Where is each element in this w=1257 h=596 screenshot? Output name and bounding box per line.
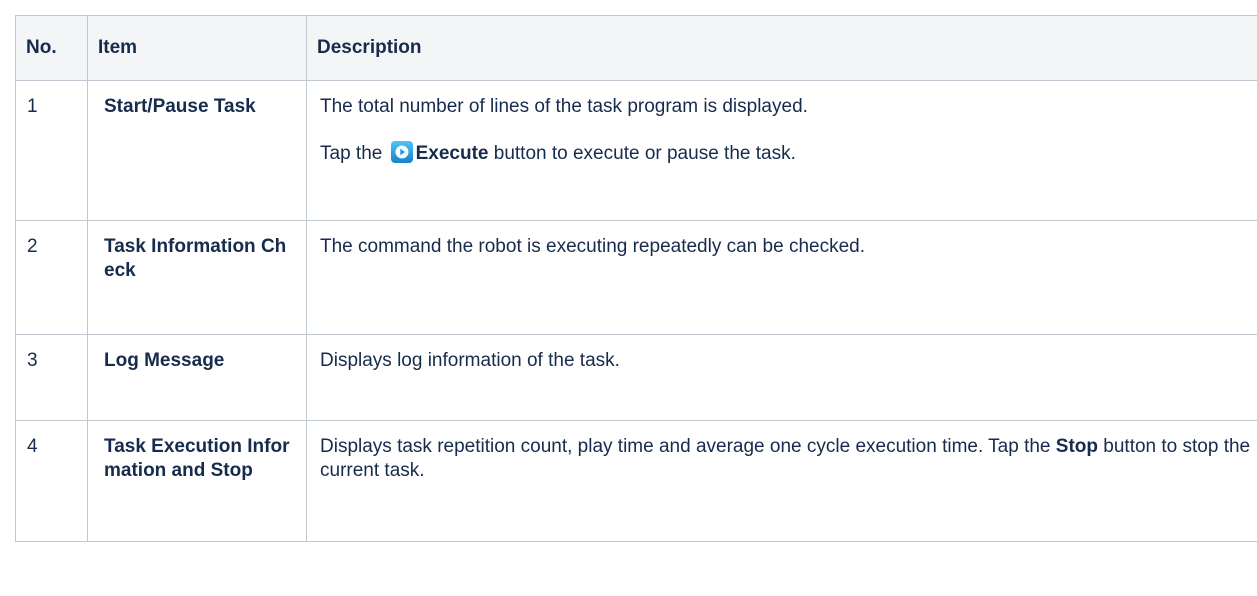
table-row: 2 Task Information Check The command the…: [15, 220, 1257, 335]
row-number-cell: 3: [15, 334, 88, 421]
row-item: Start/Pause Task: [104, 96, 256, 117]
table-row: 4 Task Execution Information and Stop Di…: [15, 420, 1257, 542]
row-number-cell: 4: [15, 420, 88, 542]
row-description: Displays task repetition count, play tim…: [320, 435, 1255, 483]
row-item: Task Information Check: [104, 236, 287, 281]
row-item: Task Execution Information and Stop: [104, 436, 290, 481]
row-description: The command the robot is executing repea…: [320, 236, 865, 257]
row-description-cell: The command the robot is executing repea…: [306, 220, 1257, 335]
row-number: 3: [27, 350, 38, 371]
row-description: The total number of lines of the task pr…: [320, 96, 808, 117]
row-number-cell: 1: [15, 80, 88, 221]
stop-label: Stop: [1055, 436, 1098, 457]
row-number-cell: 2: [15, 220, 88, 335]
row-item: Log Message: [104, 350, 225, 371]
header-no: No.: [15, 15, 88, 81]
execute-label: Execute: [415, 143, 489, 164]
table-row: 1 Start/Pause Task The total number of l…: [15, 80, 1257, 221]
row-description-cell: Displays task repetition count, play tim…: [306, 420, 1257, 542]
row-description-cell: Displays log information of the task.: [306, 334, 1257, 421]
row-number: 1: [27, 96, 38, 117]
play-icon: [390, 140, 414, 164]
description-table: No. Item Description 1 Start/Pause Task …: [15, 15, 1257, 542]
desc-text: Displays task repetition count, play tim…: [320, 436, 1051, 457]
row-item-cell: Task Execution Information and Stop: [87, 420, 307, 542]
desc-text: Tap the: [320, 143, 383, 164]
row-description-execute: Tap the Execute button to execute or pau…: [320, 140, 1255, 166]
document-page: No. Item Description 1 Start/Pause Task …: [0, 0, 1257, 596]
row-item-cell: Start/Pause Task: [87, 80, 307, 221]
row-number: 2: [27, 236, 38, 257]
row-item-cell: Task Information Check: [87, 220, 307, 335]
row-description-cell: The total number of lines of the task pr…: [306, 80, 1257, 221]
row-number: 4: [27, 436, 38, 457]
row-item-cell: Log Message: [87, 334, 307, 421]
desc-text: button to execute or pause the task.: [493, 143, 796, 164]
row-description: Displays log information of the task.: [320, 350, 620, 371]
table-header-row: No. Item Description: [15, 15, 1257, 81]
table-row: 3 Log Message Displays log information o…: [15, 334, 1257, 421]
header-item: Item: [87, 15, 307, 81]
header-description: Description: [306, 15, 1257, 81]
